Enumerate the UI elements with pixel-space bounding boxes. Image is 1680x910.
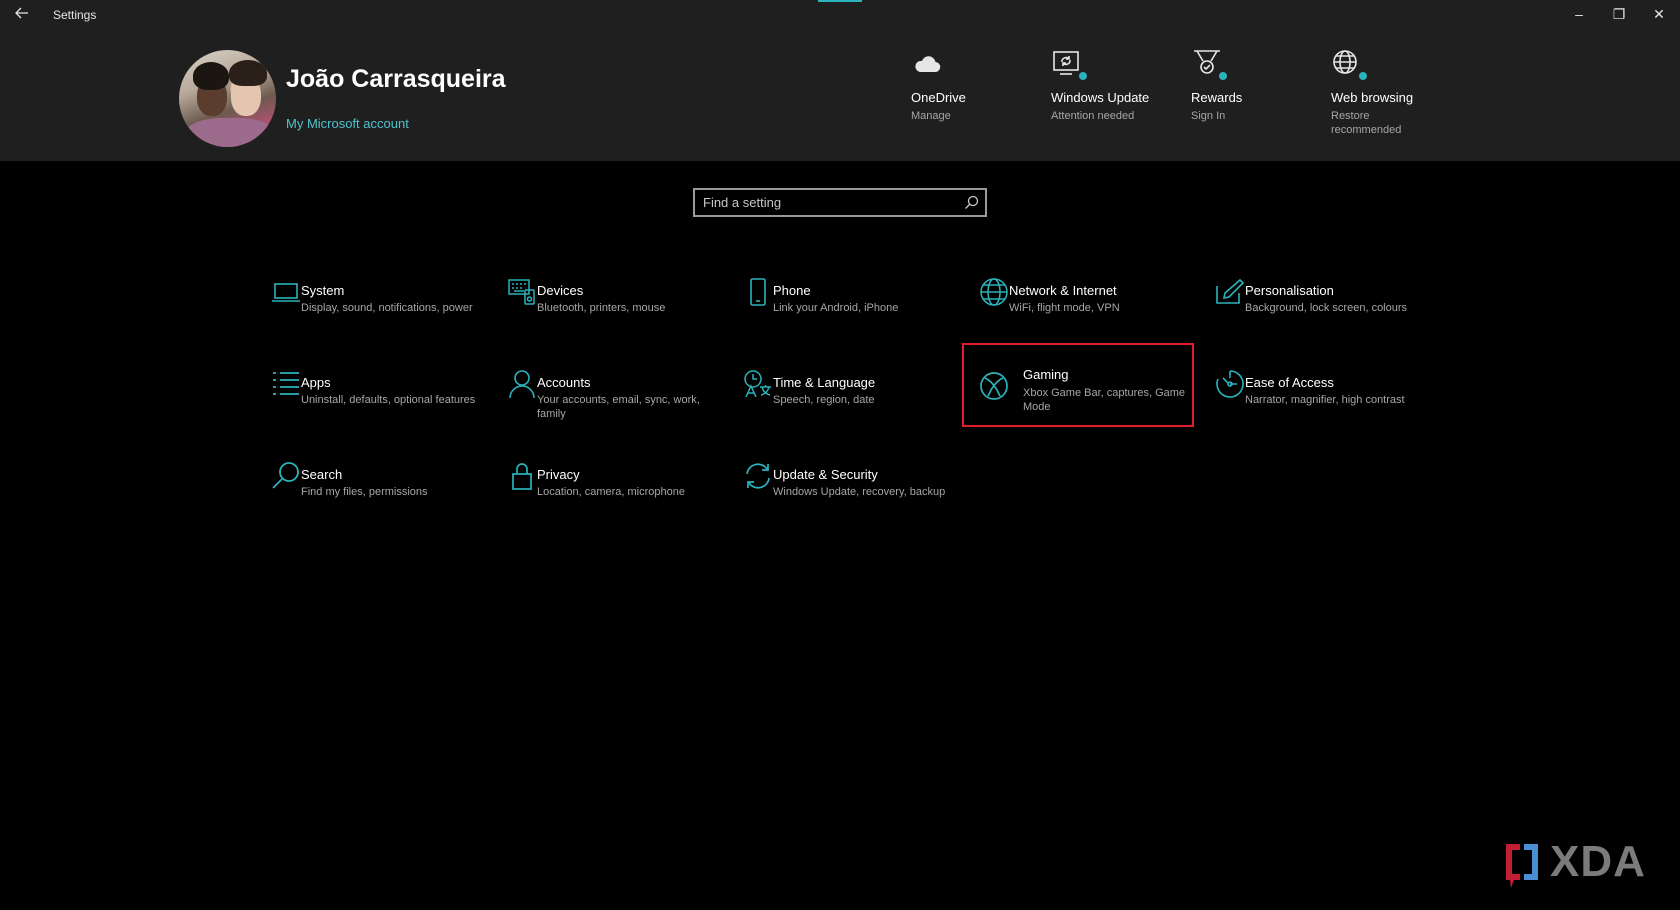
account-header: João Carrasqueira My Microsoft account O… bbox=[0, 30, 1680, 161]
settings-category-apps[interactable]: Apps Uninstall, defaults, optional featu… bbox=[258, 360, 488, 442]
paintbrush-icon bbox=[1214, 276, 1246, 308]
quick-link-windows-update[interactable]: Windows Update Attention needed bbox=[1051, 48, 1201, 123]
settings-category-network[interactable]: Network & Internet WiFi, flight mode, VP… bbox=[966, 268, 1196, 350]
globe-icon bbox=[978, 276, 1010, 308]
ease-of-access-icon bbox=[1214, 368, 1246, 400]
watermark-text: XDA bbox=[1550, 837, 1646, 886]
user-name: João Carrasqueira bbox=[286, 65, 506, 93]
rewards-trophy-icon bbox=[1191, 48, 1229, 82]
language-icon bbox=[742, 368, 774, 400]
settings-category-time-language[interactable]: Time & Language Speech, region, date bbox=[730, 360, 960, 442]
windows-update-icon bbox=[1051, 48, 1089, 82]
search-icon[interactable] bbox=[964, 195, 979, 210]
xda-logo-icon bbox=[1506, 844, 1538, 888]
close-button[interactable]: ✕ bbox=[1639, 0, 1679, 30]
title-bar: Settings – ❐ ✕ bbox=[0, 0, 1680, 30]
settings-category-devices[interactable]: Devices Bluetooth, printers, mouse bbox=[494, 268, 724, 350]
status-dot bbox=[1357, 70, 1369, 82]
settings-category-system[interactable]: System Display, sound, notifications, po… bbox=[258, 268, 488, 350]
maximize-button[interactable]: ❐ bbox=[1599, 0, 1639, 30]
search-input[interactable] bbox=[695, 190, 955, 215]
settings-category-accounts[interactable]: Accounts Your accounts, email, sync, wor… bbox=[494, 360, 724, 442]
avatar[interactable] bbox=[179, 50, 276, 147]
search-icon bbox=[270, 460, 302, 492]
quick-link-rewards[interactable]: Rewards Sign In bbox=[1191, 48, 1341, 123]
settings-category-update-security[interactable]: Update & Security Windows Update, recove… bbox=[730, 452, 960, 534]
phone-icon bbox=[742, 276, 774, 308]
title-bar-indicator bbox=[818, 0, 862, 2]
keyboard-icon bbox=[506, 276, 538, 308]
list-icon bbox=[270, 368, 302, 400]
quick-link-web-browsing[interactable]: Web browsing Restore recommended bbox=[1331, 48, 1481, 137]
settings-category-personalisation[interactable]: Personalisation Background, lock screen,… bbox=[1202, 268, 1432, 350]
settings-category-search[interactable]: Search Find my files, permissions bbox=[258, 452, 488, 534]
lock-icon bbox=[506, 460, 538, 492]
settings-category-phone[interactable]: Phone Link your Android, iPhone bbox=[730, 268, 960, 350]
cloud-icon bbox=[911, 48, 943, 80]
settings-category-ease-of-access[interactable]: Ease of Access Narrator, magnifier, high… bbox=[1202, 360, 1432, 442]
settings-category-gaming[interactable]: Gaming Xbox Game Bar, captures, Game Mod… bbox=[962, 343, 1194, 427]
globe-icon bbox=[1331, 48, 1369, 82]
microsoft-account-link[interactable]: My Microsoft account bbox=[286, 116, 409, 131]
xda-watermark: XDA bbox=[1500, 837, 1665, 888]
settings-category-privacy[interactable]: Privacy Location, camera, microphone bbox=[494, 452, 724, 534]
laptop-icon bbox=[270, 276, 302, 308]
quick-link-onedrive[interactable]: OneDrive Manage bbox=[911, 48, 1061, 123]
xbox-icon bbox=[978, 370, 1010, 402]
find-setting-search bbox=[693, 188, 987, 217]
status-dot bbox=[1077, 70, 1089, 82]
minimize-button[interactable]: – bbox=[1559, 0, 1599, 30]
status-dot bbox=[1217, 70, 1229, 82]
window-title: Settings bbox=[53, 8, 97, 22]
back-arrow-icon[interactable] bbox=[12, 5, 32, 25]
person-icon bbox=[506, 368, 538, 400]
sync-icon bbox=[742, 460, 774, 492]
